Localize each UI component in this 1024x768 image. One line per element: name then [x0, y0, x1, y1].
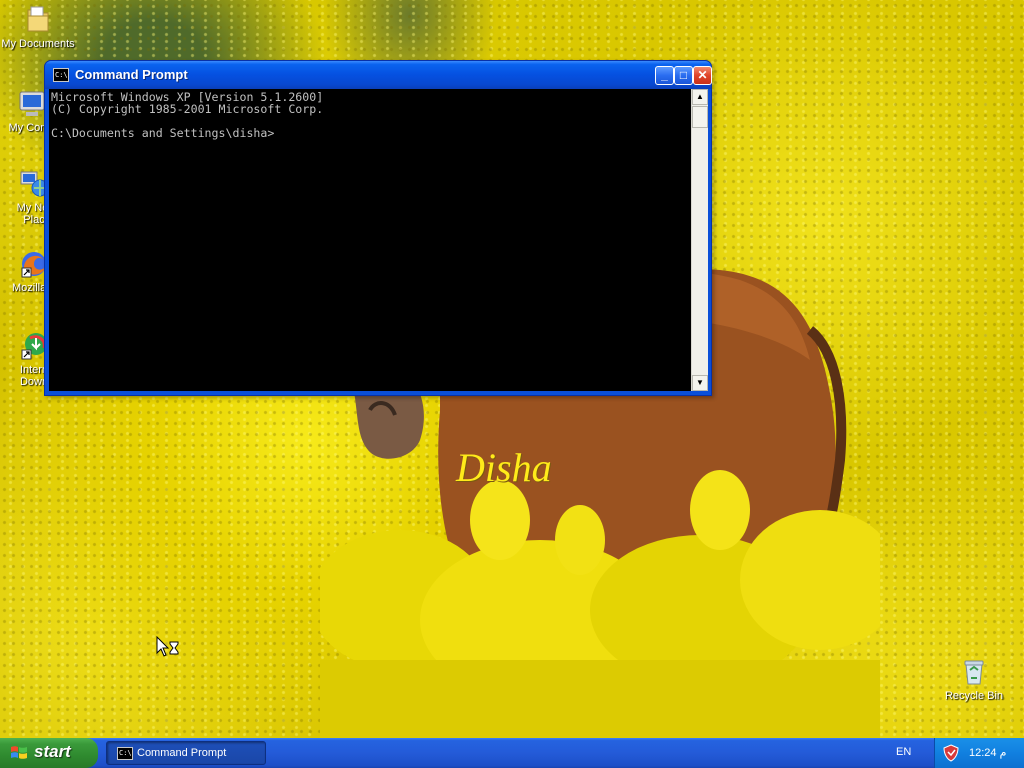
window-title: Command Prompt [75, 67, 188, 82]
my-documents-icon [22, 4, 54, 36]
desktop-icon-recycle-bin[interactable]: Recycle Bin [936, 656, 1012, 702]
console-line: (C) Copyright 1985-2001 Microsoft Corp. [51, 102, 324, 116]
security-shield-icon[interactable] [943, 744, 959, 762]
command-prompt-window[interactable]: C:\ Command Prompt _ □ ✕ Microsoft Windo… [44, 60, 712, 396]
console-output[interactable]: Microsoft Windows XP [Version 5.1.2600](… [49, 89, 691, 391]
desktop-icon-label: My Documents [1, 38, 75, 50]
system-tray: 12:24 م [934, 738, 1024, 768]
scroll-thumb[interactable] [692, 106, 708, 128]
start-label: start [34, 742, 71, 761]
windows-logo-icon [11, 746, 27, 759]
clock[interactable]: 12:24 م [969, 746, 1006, 759]
minimize-button[interactable]: _ [655, 66, 674, 85]
desktop-icon-label: Recycle Bin [944, 690, 1004, 702]
vertical-scrollbar[interactable]: ▲ ▼ [691, 89, 708, 391]
start-button[interactable]: start [0, 738, 98, 768]
taskbar-item-command-prompt[interactable]: C:\ Command Prompt [106, 741, 266, 765]
desktop-icon-my-documents[interactable]: My Documents [0, 4, 76, 50]
maximize-button[interactable]: □ [674, 66, 693, 85]
recycle-bin-icon [958, 656, 990, 688]
busy-cursor-icon [156, 636, 179, 657]
close-button[interactable]: ✕ [693, 66, 712, 85]
taskbar: start C:\ Command Prompt EN 12:24 م [0, 738, 1024, 768]
flower-foreground [320, 470, 880, 738]
console-prompt-line: C:\Documents and Settings\disha> [51, 126, 275, 140]
command-prompt-icon: C:\ [117, 747, 133, 760]
scroll-up-button[interactable]: ▲ [692, 89, 708, 105]
language-indicator[interactable]: EN [896, 746, 911, 758]
scroll-down-button[interactable]: ▼ [692, 375, 708, 391]
command-prompt-icon: C:\ [53, 68, 69, 82]
wallpaper-caption: Disha [456, 445, 552, 490]
window-titlebar[interactable]: C:\ Command Prompt _ □ ✕ [45, 61, 712, 89]
taskbar-item-label: Command Prompt [137, 747, 227, 759]
